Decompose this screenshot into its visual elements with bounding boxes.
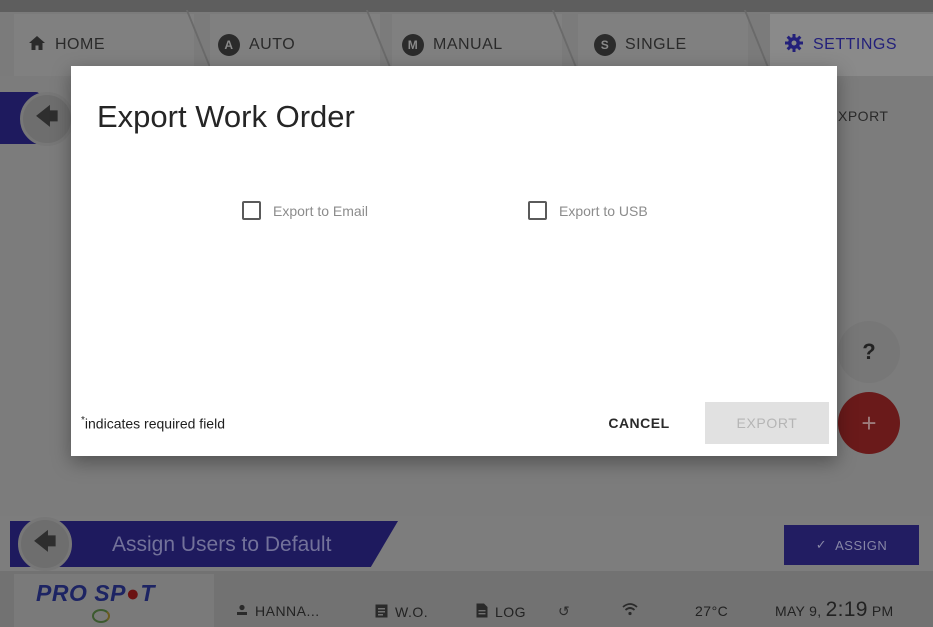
help-button[interactable]: ? [838, 321, 900, 383]
status-log[interactable]: LOG [476, 603, 526, 621]
export-tab-label[interactable]: XPORT [838, 108, 888, 124]
required-field-text: indicates required field [84, 415, 225, 432]
manual-mode-icon: M [402, 34, 424, 56]
back-button[interactable]: 🡄 [20, 92, 74, 146]
gear-icon [784, 33, 804, 58]
export-to-email-option[interactable]: Export to Email [242, 201, 368, 220]
arrow-left-icon: 🡄 [33, 529, 57, 554]
prospot-logo: PRO SP●T [36, 580, 155, 606]
tab-single-label: SINGLE [625, 36, 687, 53]
status-history[interactable]: ↺ [558, 603, 570, 620]
export-to-usb-checkbox[interactable] [528, 201, 547, 220]
top-strip [0, 0, 933, 12]
export-to-email-checkbox[interactable] [242, 201, 261, 220]
status-datetime: MAY 9, 2:19 PM [775, 598, 894, 622]
assign-button[interactable]: ✓ ASSIGN [784, 525, 919, 565]
export-button[interactable]: EXPORT [705, 402, 829, 444]
export-to-usb-option[interactable]: Export to USB [528, 201, 648, 220]
wifi-icon [622, 603, 638, 619]
status-log-label: LOG [495, 604, 527, 620]
export-to-usb-label: Export to USB [559, 202, 648, 219]
tab-manual-label: MANUAL [433, 36, 503, 53]
history-icon: ↺ [558, 603, 571, 619]
status-time: 2:19 [825, 598, 868, 621]
tab-settings-label: SETTINGS [813, 36, 898, 53]
status-user[interactable]: HANNA... [236, 603, 320, 619]
auto-mode-icon: A [218, 34, 240, 56]
document-icon [476, 603, 488, 621]
user-icon [236, 603, 248, 619]
status-work-order-label: W.O. [395, 604, 429, 620]
status-ampm: PM [871, 603, 894, 619]
arrow-left-icon: 🡄 [35, 104, 59, 129]
assign-button-label: ASSIGN [835, 537, 888, 553]
single-mode-icon: S [594, 34, 616, 56]
assign-users-title: Assign Users to Default [112, 533, 332, 556]
cancel-button[interactable]: CANCEL [594, 402, 684, 444]
plus-icon: + [861, 407, 877, 438]
assign-back-button[interactable]: 🡄 [18, 517, 72, 571]
required-field-note: *indicates required field [81, 415, 225, 432]
status-user-label: HANNA... [255, 603, 320, 619]
add-button[interactable]: + [838, 392, 900, 454]
logo-dot-icon: ● [125, 580, 141, 606]
dialog-title: Export Work Order [97, 99, 355, 134]
export-to-email-label: Export to Email [273, 202, 368, 219]
tab-home-label: HOME [55, 36, 105, 53]
export-work-order-dialog: Export Work Order Export to Email Export… [71, 66, 837, 456]
status-work-order[interactable]: W.O. [375, 603, 428, 621]
status-wifi[interactable] [622, 603, 638, 619]
clipboard-icon [375, 603, 388, 621]
logo-swirl-icon [92, 609, 110, 623]
tab-auto-label: AUTO [249, 36, 296, 53]
check-icon: ✓ [815, 537, 828, 552]
status-date: MAY 9, [775, 603, 822, 619]
help-icon: ? [862, 339, 876, 364]
home-icon [28, 35, 46, 56]
status-temperature: 27°C [695, 603, 729, 619]
